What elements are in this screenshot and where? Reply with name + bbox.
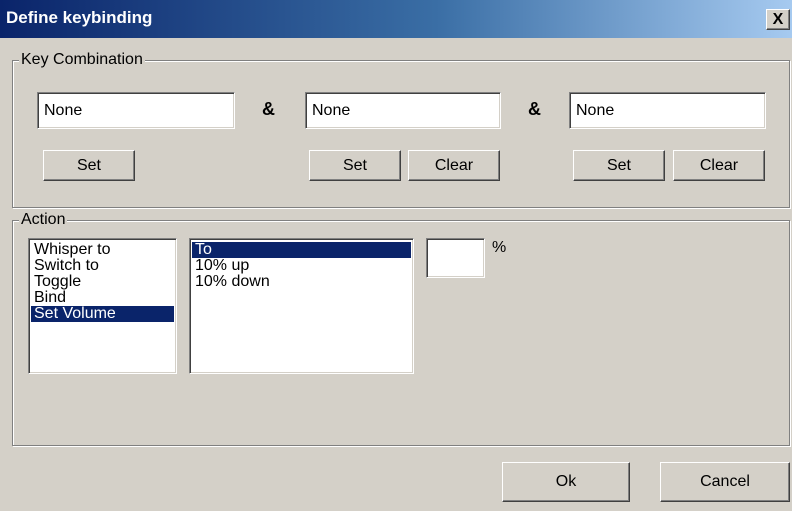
close-button[interactable]: X: [766, 9, 790, 30]
key2-set-button[interactable]: Set: [309, 150, 401, 181]
volume-mode-item-10-up[interactable]: 10% up: [192, 258, 411, 274]
percent-label: %: [492, 239, 507, 256]
key1-set-button[interactable]: Set: [43, 150, 135, 181]
volume-mode-item-10-down[interactable]: 10% down: [192, 274, 411, 290]
cancel-button[interactable]: Cancel: [660, 462, 790, 502]
action-item-whisper-to[interactable]: Whisper to: [31, 242, 174, 258]
volume-mode-item-to[interactable]: To: [192, 242, 411, 258]
title-bar: Define keybinding X: [0, 0, 792, 38]
window-title: Define keybinding: [6, 8, 153, 27]
key2-input[interactable]: None: [305, 92, 501, 129]
action-item-set-volume[interactable]: Set Volume: [31, 306, 174, 322]
action-item-switch-to[interactable]: Switch to: [31, 258, 174, 274]
key3-clear-button[interactable]: Clear: [673, 150, 765, 181]
percent-input[interactable]: [426, 238, 485, 278]
and-separator-1: &: [262, 99, 275, 119]
key-combination-group: Key Combination: [12, 50, 790, 208]
action-item-toggle[interactable]: Toggle: [31, 274, 174, 290]
key3-set-button[interactable]: Set: [573, 150, 665, 181]
key-combination-legend: Key Combination: [19, 50, 145, 70]
key1-input[interactable]: None: [37, 92, 235, 129]
volume-mode-list[interactable]: To 10% up 10% down: [189, 238, 414, 374]
action-legend: Action: [19, 210, 68, 230]
and-separator-2: &: [528, 99, 541, 119]
key2-clear-button[interactable]: Clear: [408, 150, 500, 181]
ok-button[interactable]: Ok: [502, 462, 630, 502]
action-item-bind[interactable]: Bind: [31, 290, 174, 306]
key3-input[interactable]: None: [569, 92, 766, 129]
action-list[interactable]: Whisper to Switch to Toggle Bind Set Vol…: [28, 238, 177, 374]
